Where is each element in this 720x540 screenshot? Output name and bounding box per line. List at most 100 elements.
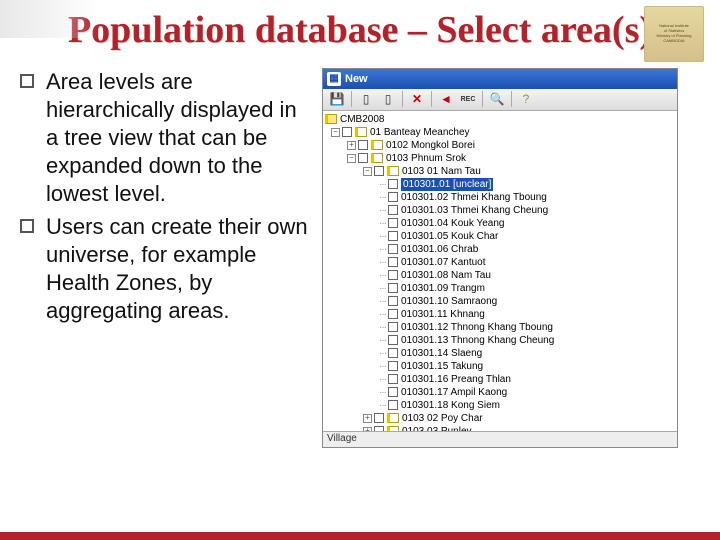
tree-label-selected: 010301.01 [unclear] — [401, 178, 493, 191]
bullet-marker-icon — [20, 219, 34, 233]
tree-label: 010301.12 Thnong Khang Tboung — [401, 321, 553, 334]
folder-icon — [371, 153, 383, 163]
checkbox[interactable] — [388, 270, 398, 280]
tree-node[interactable]: − 0103 01 Nam Tau — [325, 165, 675, 178]
folder-icon — [355, 127, 367, 137]
save-icon[interactable]: 💾 — [329, 91, 345, 107]
tree-node[interactable]: + 0102 Mongkol Borei — [325, 139, 675, 152]
checkbox[interactable] — [388, 192, 398, 202]
tree-connector: ··· — [379, 295, 386, 308]
checkbox[interactable] — [388, 400, 398, 410]
tree-node[interactable]: − 01 Banteay Meanchey — [325, 126, 675, 139]
checkbox[interactable] — [374, 426, 384, 431]
checkbox[interactable] — [342, 127, 352, 137]
tree-label: 010301.13 Thnong Khang Cheung — [401, 334, 554, 347]
folder-icon — [387, 166, 399, 176]
checkbox[interactable] — [358, 153, 368, 163]
expand-icon[interactable]: + — [347, 141, 356, 150]
checkbox[interactable] — [388, 374, 398, 384]
tree-leaf[interactable]: ···010301.14 Slaeng — [325, 347, 675, 360]
checkbox[interactable] — [388, 244, 398, 254]
tree-connector: ··· — [379, 256, 386, 269]
tree-connector: ··· — [379, 321, 386, 334]
checkbox[interactable] — [388, 348, 398, 358]
checkbox[interactable] — [388, 283, 398, 293]
checkbox[interactable] — [388, 387, 398, 397]
tree-leaf[interactable]: ···010301.15 Takung — [325, 360, 675, 373]
status-text: Village — [327, 433, 357, 444]
toolbar-separator — [431, 91, 432, 107]
expand-icon[interactable]: + — [363, 414, 372, 423]
decor-gradient — [0, 0, 100, 38]
tree-leaf[interactable]: ··· 010301.10 Samraong — [325, 295, 675, 308]
checkbox[interactable] — [388, 257, 398, 267]
help-icon[interactable]: ? — [518, 91, 534, 107]
tree-leaf-selected[interactable]: ··· 010301.01 [unclear] — [325, 178, 675, 191]
delete-icon[interactable]: ✕ — [409, 91, 425, 107]
tree-label: 010301.04 Kouk Yeang — [401, 217, 504, 230]
window-titlebar[interactable]: ▦ New — [323, 69, 677, 89]
tree-leaf[interactable]: ···010301.03 Thmei Khang Cheung — [325, 204, 675, 217]
bullet-list: Area levels are hierarchically displayed… — [20, 68, 310, 448]
checkbox[interactable] — [388, 361, 398, 371]
tree-label: CMB2008 — [340, 113, 384, 126]
find-icon[interactable]: 🔍 — [489, 91, 505, 107]
tree-label: 010301.17 Ampil Kaong — [401, 386, 507, 399]
tree-label: 0103 Phnum Srok — [386, 152, 466, 165]
checkbox[interactable] — [388, 335, 398, 345]
tree-connector: ··· — [379, 217, 386, 230]
tree-leaf[interactable]: ···010301.18 Kong Siem — [325, 399, 675, 412]
tree-node[interactable]: − 0103 Phnum Srok — [325, 152, 675, 165]
back-icon[interactable]: ◄ — [438, 91, 454, 107]
tree-label: 0103 02 Poy Char — [402, 412, 483, 425]
tree-leaf[interactable]: ···010301.02 Thmei Khang Tboung — [325, 191, 675, 204]
tree-label: 0103 03 Punley — [402, 425, 472, 431]
checkbox[interactable] — [388, 309, 398, 319]
record-icon[interactable]: REC — [460, 91, 476, 107]
tree-leaf[interactable]: ···010301.05 Kouk Char — [325, 230, 675, 243]
tree-leaf[interactable]: ···010301.17 Ampil Kaong — [325, 386, 675, 399]
toolbar-separator — [511, 91, 512, 107]
checkbox[interactable] — [388, 218, 398, 228]
tree-leaf[interactable]: ···010301.09 Trangm — [325, 282, 675, 295]
tree-connector: ··· — [379, 243, 386, 256]
checkbox[interactable] — [358, 140, 368, 150]
tree-leaf[interactable]: ···010301.07 Kantuot — [325, 256, 675, 269]
checkbox[interactable] — [374, 413, 384, 423]
checkbox[interactable] — [388, 231, 398, 241]
tree-leaf[interactable]: ··· 010301.04 Kouk Yeang — [325, 217, 675, 230]
tree-connector: ··· — [379, 373, 386, 386]
expand-icon[interactable]: + — [363, 427, 372, 431]
checkbox[interactable] — [388, 179, 398, 189]
checkbox[interactable] — [388, 296, 398, 306]
checkbox[interactable] — [388, 205, 398, 215]
tree-leaf[interactable]: ··· 010301.12 Thnong Khang Tboung — [325, 321, 675, 334]
tree-leaf[interactable]: ···010301.13 Thnong Khang Cheung — [325, 334, 675, 347]
tree-leaf[interactable]: ···010301.06 Chrab — [325, 243, 675, 256]
folder-icon — [325, 114, 337, 124]
tree-connector: ··· — [379, 269, 386, 282]
bullet-marker-icon — [20, 74, 34, 88]
institute-logo: National Institute of Statistics Ministr… — [644, 6, 704, 62]
tree-view[interactable]: CMB2008 − 01 Banteay Meanchey + 0102 Mon… — [323, 111, 677, 431]
tree-label: 010301.10 Samraong — [401, 295, 497, 308]
bullet-item: Users can create their own universe, for… — [20, 213, 310, 326]
toolbar: 💾 ▯ ▯ ✕ ◄ REC 🔍 ? — [323, 89, 677, 111]
tool-icon[interactable]: ▯ — [358, 91, 374, 107]
bullet-text: Users can create their own universe, for… — [46, 213, 310, 326]
tree-leaf[interactable]: ···010301.08 Nam Tau — [325, 269, 675, 282]
collapse-icon[interactable]: − — [347, 154, 356, 163]
collapse-icon[interactable]: − — [331, 128, 340, 137]
tree-node[interactable]: + 0103 02 Poy Char — [325, 412, 675, 425]
checkbox[interactable] — [388, 322, 398, 332]
checkbox[interactable] — [374, 166, 384, 176]
collapse-icon[interactable]: − — [363, 167, 372, 176]
tree-connector: ··· — [379, 347, 386, 360]
toolbar-separator — [402, 91, 403, 107]
tree-root[interactable]: CMB2008 — [325, 113, 675, 126]
tree-label: 010301.03 Thmei Khang Cheung — [401, 204, 548, 217]
tree-leaf[interactable]: ···010301.11 Khnang — [325, 308, 675, 321]
folder-icon — [371, 140, 383, 150]
tool-icon[interactable]: ▯ — [380, 91, 396, 107]
tree-leaf[interactable]: ···010301.16 Preang Thlan — [325, 373, 675, 386]
